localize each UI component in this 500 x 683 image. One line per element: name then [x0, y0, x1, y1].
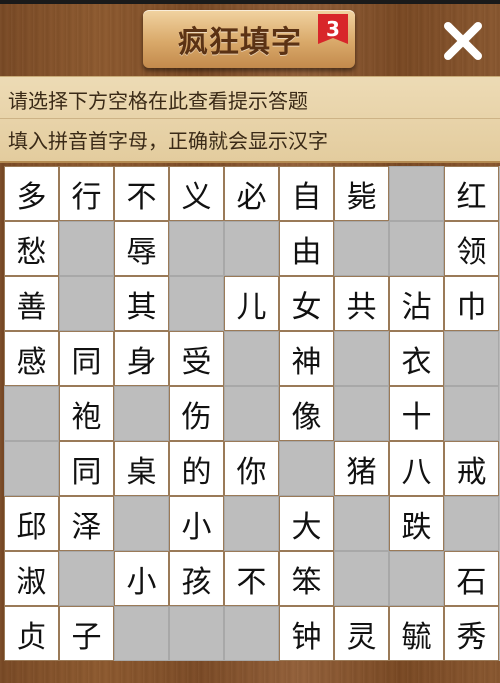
- grid-cell-blocked: [169, 606, 224, 661]
- grid-cell-letter[interactable]: 不: [224, 551, 279, 606]
- grid-cell-blocked: [114, 386, 169, 441]
- grid-cell-blocked: [224, 221, 279, 276]
- grid-cell-letter[interactable]: 毓: [389, 606, 444, 661]
- grid-cell-blocked: [224, 386, 279, 441]
- grid-cell-letter[interactable]: 领: [444, 221, 499, 276]
- grid-cell-letter[interactable]: 八: [389, 441, 444, 496]
- grid-cell-letter[interactable]: 十: [389, 386, 444, 441]
- hint-divider: [0, 118, 500, 119]
- grid-cell-letter[interactable]: 其: [114, 276, 169, 331]
- grid-cell-letter[interactable]: 辱: [114, 221, 169, 276]
- grid-cell-letter[interactable]: 衣: [389, 331, 444, 386]
- close-icon: [444, 22, 482, 60]
- grid-cell-blocked: [4, 441, 59, 496]
- hint-text-1: 请选择下方空格在此查看提示答题: [8, 89, 308, 113]
- grid-cell-letter[interactable]: 大: [279, 496, 334, 551]
- grid-cell-letter[interactable]: 同: [59, 331, 114, 386]
- grid-cell-blocked: [334, 221, 389, 276]
- grid-cell-blocked: [224, 606, 279, 661]
- grid-cell-letter[interactable]: 子: [59, 606, 114, 661]
- grid-cell-letter[interactable]: 伤: [169, 386, 224, 441]
- close-button[interactable]: [440, 18, 486, 64]
- grid-cell-letter[interactable]: 红: [444, 166, 499, 221]
- grid-cell-letter[interactable]: 义: [169, 166, 224, 221]
- grid-cell-blocked: [114, 496, 169, 551]
- grid-cell-letter[interactable]: 儿: [224, 276, 279, 331]
- crossword-grid: 多行不义必自毙红愁辱由领善其儿女共沾巾感同身受神衣袍伤像十同桌的你猪八戒邱泽小大…: [4, 166, 500, 661]
- grid-cell-letter[interactable]: 善: [4, 276, 59, 331]
- grid-cell-letter[interactable]: 受: [169, 331, 224, 386]
- grid-cell-blocked: [389, 551, 444, 606]
- header: 疯狂填字 3: [0, 4, 500, 76]
- grid-cell-blocked: [389, 166, 444, 221]
- grid-cell-letter[interactable]: 泽: [59, 496, 114, 551]
- grid-cell-letter[interactable]: 必: [224, 166, 279, 221]
- grid-cell-letter[interactable]: 多: [4, 166, 59, 221]
- grid-cell-blocked: [59, 221, 114, 276]
- grid-cell-blocked: [444, 496, 499, 551]
- grid-cell-letter[interactable]: 自: [279, 166, 334, 221]
- grid-cell-letter[interactable]: 小: [114, 551, 169, 606]
- grid-cell-blocked: [444, 386, 499, 441]
- grid-cell-letter[interactable]: 石: [444, 551, 499, 606]
- grid-cell-letter[interactable]: 同: [59, 441, 114, 496]
- grid-cell-letter[interactable]: 共: [334, 276, 389, 331]
- grid-cell-letter[interactable]: 淑: [4, 551, 59, 606]
- grid-cell-letter[interactable]: 行: [59, 166, 114, 221]
- grid-cell-blocked: [114, 606, 169, 661]
- grid-cell-blocked: [169, 276, 224, 331]
- game-title: 疯狂填字: [178, 25, 302, 60]
- grid-cell-letter[interactable]: 秀: [444, 606, 499, 661]
- grid-cell-letter[interactable]: 跌: [389, 496, 444, 551]
- grid-cell-blocked: [224, 496, 279, 551]
- grid-cell-letter[interactable]: 邱: [4, 496, 59, 551]
- grid-cell-letter[interactable]: 感: [4, 331, 59, 386]
- grid-cell-letter[interactable]: 毙: [334, 166, 389, 221]
- grid-cell-blocked: [389, 221, 444, 276]
- grid-cell-letter[interactable]: 不: [114, 166, 169, 221]
- grid-cell-letter[interactable]: 灵: [334, 606, 389, 661]
- grid-cell-letter[interactable]: 小: [169, 496, 224, 551]
- grid-cell-blocked: [334, 331, 389, 386]
- grid-cell-letter[interactable]: 身: [114, 331, 169, 386]
- hint-text-2: 填入拼音首字母，正确就会显示汉字: [8, 129, 328, 153]
- grid-cell-blocked: [334, 551, 389, 606]
- grid-cell-letter[interactable]: 由: [279, 221, 334, 276]
- grid-cell-letter[interactable]: 猪: [334, 441, 389, 496]
- grid-cell-letter[interactable]: 笨: [279, 551, 334, 606]
- grid-cell-blocked: [59, 551, 114, 606]
- grid-cell-letter[interactable]: 袍: [59, 386, 114, 441]
- grid-cell-letter[interactable]: 戒: [444, 441, 499, 496]
- grid-cell-blocked: [334, 386, 389, 441]
- grid-cell-letter[interactable]: 孩: [169, 551, 224, 606]
- grid-cell-blocked: [279, 441, 334, 496]
- grid-cell-letter[interactable]: 桌: [114, 441, 169, 496]
- grid-cell-letter[interactable]: 贞: [4, 606, 59, 661]
- grid-cell-blocked: [444, 331, 499, 386]
- grid-cell-blocked: [169, 221, 224, 276]
- grid-cell-blocked: [59, 276, 114, 331]
- grid-cell-letter[interactable]: 像: [279, 386, 334, 441]
- grid-cell-blocked: [4, 386, 59, 441]
- grid-cell-letter[interactable]: 的: [169, 441, 224, 496]
- grid-cell-blocked: [224, 331, 279, 386]
- grid-cell-letter[interactable]: 愁: [4, 221, 59, 276]
- hint-panel: 请选择下方空格在此查看提示答题 填入拼音首字母，正确就会显示汉字: [0, 76, 500, 163]
- grid-cell-letter[interactable]: 巾: [444, 276, 499, 331]
- grid-cell-letter[interactable]: 你: [224, 441, 279, 496]
- grid-cell-letter[interactable]: 沾: [389, 276, 444, 331]
- grid-cell-blocked: [334, 496, 389, 551]
- grid-cell-letter[interactable]: 神: [279, 331, 334, 386]
- grid-cell-letter[interactable]: 女: [279, 276, 334, 331]
- grid-cell-letter[interactable]: 钟: [279, 606, 334, 661]
